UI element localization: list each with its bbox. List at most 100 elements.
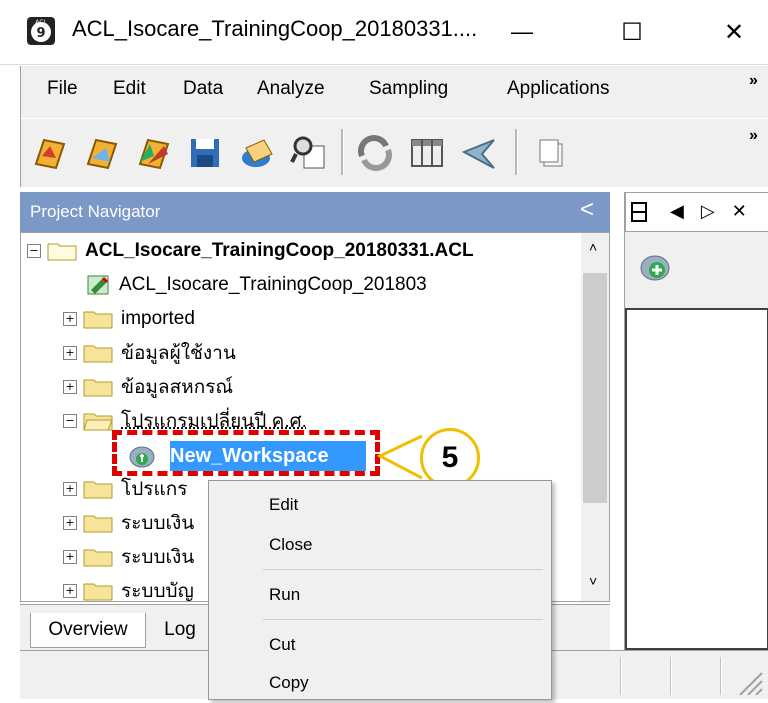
- acl-app-icon: 9 ACL: [26, 16, 56, 46]
- tree-item-label: ข้อมูลสหกรณ์: [121, 372, 233, 402]
- add-workspace-icon[interactable]: [639, 252, 671, 284]
- tree-item-folder[interactable]: + ข้อมูลสหกรณ์: [63, 371, 233, 403]
- menu-item-label: Copy: [269, 673, 309, 693]
- menu-bar: File Edit Data Analyze Sampling Applicat…: [20, 66, 768, 118]
- context-menu-run[interactable]: Run: [209, 575, 551, 615]
- tree-item-folder[interactable]: + ระบบเงิน: [63, 541, 194, 573]
- vertical-scrollbar[interactable]: ˄ ˅: [581, 233, 609, 601]
- menu-item-label: Close: [269, 535, 312, 555]
- collapse-icon[interactable]: −: [27, 244, 41, 258]
- tab-label: Overview: [48, 619, 127, 641]
- tree-item-label: imported: [121, 308, 195, 330]
- folder-icon: [83, 479, 113, 499]
- context-menu-separator: [263, 569, 543, 570]
- tree-item-label: ระบบเงิน: [121, 508, 194, 538]
- context-menu-close[interactable]: Close: [209, 525, 551, 565]
- filter-button[interactable]: [457, 131, 501, 175]
- copy-icon: [534, 136, 568, 170]
- tab-log[interactable]: Log: [150, 613, 210, 647]
- scrollbar-thumb[interactable]: [583, 273, 607, 503]
- project-navigator-header: Project Navigator <: [20, 192, 610, 232]
- expand-icon[interactable]: +: [63, 380, 77, 394]
- collapse-navigator-icon[interactable]: <: [580, 196, 594, 224]
- right-panel: ◀ ▷ ✕: [624, 192, 768, 650]
- edit-button[interactable]: [235, 131, 279, 175]
- svg-text:9: 9: [36, 26, 45, 41]
- callout-pointer: [376, 428, 426, 488]
- collapse-icon[interactable]: −: [63, 414, 77, 428]
- minimize-button[interactable]: —: [492, 10, 552, 54]
- navigator-title: Project Navigator: [30, 202, 160, 222]
- context-menu-cut[interactable]: Cut: [209, 625, 551, 665]
- tree-item-label: โปรแกร: [121, 474, 187, 504]
- close-button[interactable]: ✕: [704, 10, 764, 54]
- menu-analyze[interactable]: Analyze: [257, 78, 325, 100]
- menu-applications[interactable]: Applications: [507, 78, 609, 100]
- panel-navigation-arrows[interactable]: ◀ ▷ ✕: [670, 201, 753, 222]
- menu-edit[interactable]: Edit: [113, 78, 146, 100]
- new-table-icon: [134, 134, 172, 172]
- toolbar-separator: [341, 129, 344, 175]
- tree-root-label: ACL_Isocare_TrainingCoop_20180331.ACL: [85, 240, 474, 262]
- menu-overflow-chevron-icon[interactable]: »: [749, 72, 758, 90]
- new-table-button[interactable]: [131, 131, 175, 175]
- window-title: ACL_Isocare_TrainingCoop_20180331....: [72, 16, 477, 42]
- tab-overview[interactable]: Overview: [30, 613, 146, 648]
- scroll-up-icon[interactable]: ˄: [589, 239, 597, 255]
- minimize-icon: —: [511, 19, 533, 45]
- scroll-down-icon[interactable]: ˅: [589, 573, 597, 589]
- expand-icon[interactable]: +: [63, 550, 77, 564]
- menu-data[interactable]: Data: [183, 78, 223, 100]
- folder-icon: [83, 513, 113, 533]
- toolbar-overflow-chevron-icon[interactable]: »: [749, 127, 758, 145]
- open-table-button[interactable]: [79, 131, 123, 175]
- toolbar-separator: [515, 129, 518, 175]
- context-menu-edit[interactable]: Edit: [209, 485, 551, 525]
- tree-item-log[interactable]: ACL_Isocare_TrainingCoop_201803: [87, 269, 427, 301]
- resize-grip-icon[interactable]: [736, 669, 764, 695]
- menu-sampling[interactable]: Sampling: [369, 78, 448, 100]
- tree-item-folder[interactable]: + ข้อมูลผู้ใช้งาน: [63, 337, 236, 369]
- tree-item-label: ระบบบัญ: [121, 576, 194, 602]
- context-menu-copy[interactable]: Copy: [209, 663, 551, 703]
- copy-button[interactable]: [529, 131, 573, 175]
- tree-item-folder[interactable]: + โปรแกร: [63, 473, 187, 505]
- edit-icon: [238, 134, 276, 172]
- folder-icon: [83, 581, 113, 601]
- tree-item-folder[interactable]: + ระบบเงิน: [63, 507, 194, 539]
- find-button[interactable]: [287, 131, 331, 175]
- tree-root[interactable]: − ACL_Isocare_TrainingCoop_20180331.ACL: [27, 235, 474, 267]
- context-menu-separator: [263, 619, 543, 620]
- expand-icon[interactable]: +: [63, 482, 77, 496]
- pin-icon[interactable]: [630, 201, 648, 223]
- svg-text:ACL: ACL: [35, 19, 47, 26]
- callout-number: 5: [442, 441, 459, 475]
- tree-item-folder[interactable]: + ระบบบัญ: [63, 575, 194, 602]
- right-panel-tabbar: ◀ ▷ ✕: [625, 192, 768, 232]
- folder-open-icon: [83, 411, 113, 431]
- status-divider: [720, 657, 722, 695]
- tab-label: Log: [164, 619, 196, 641]
- maximize-button[interactable]: ☐: [602, 10, 662, 54]
- table-view-icon: [408, 134, 446, 172]
- toolbar: »: [20, 118, 768, 187]
- view-button[interactable]: [405, 131, 449, 175]
- status-divider: [620, 657, 622, 695]
- tree-item-folder[interactable]: + imported: [63, 303, 195, 335]
- refresh-button[interactable]: [353, 131, 397, 175]
- save-button[interactable]: [183, 131, 227, 175]
- menu-file[interactable]: File: [47, 78, 78, 100]
- folder-icon: [83, 309, 113, 329]
- open-project-button[interactable]: [27, 131, 71, 175]
- folder-open-icon: [47, 241, 77, 261]
- expand-icon[interactable]: +: [63, 346, 77, 360]
- tree-item-label: ข้อมูลผู้ใช้งาน: [121, 338, 236, 368]
- folder-icon: [83, 343, 113, 363]
- menu-item-label: Run: [269, 585, 300, 605]
- expand-icon[interactable]: +: [63, 312, 77, 326]
- expand-icon[interactable]: +: [63, 516, 77, 530]
- expand-icon[interactable]: +: [63, 584, 77, 598]
- filter-icon: [460, 134, 498, 172]
- open-table-icon: [82, 134, 120, 172]
- close-icon: ✕: [724, 18, 744, 47]
